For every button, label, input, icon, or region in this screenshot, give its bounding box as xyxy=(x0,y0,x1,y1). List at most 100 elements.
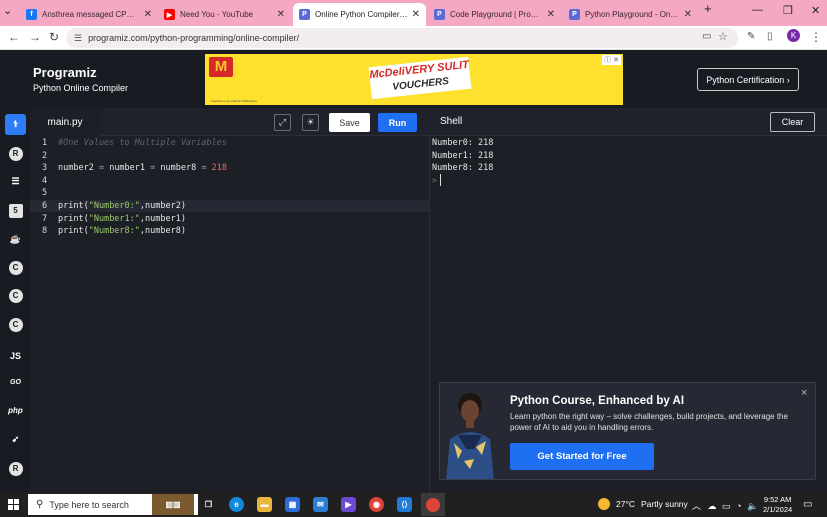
address-bar[interactable]: ☰ programiz.com/python-programming/onlin… xyxy=(66,28,738,48)
theme-toggle-icon[interactable]: ☀ xyxy=(302,114,319,131)
browser-tab-online-python-compiler[interactable]: P Online Python Compiler (Interp ✕ xyxy=(293,3,426,26)
ad-headline: McDeliVERY SULIT VOUCHERS xyxy=(368,56,472,100)
close-icon[interactable]: ✕ xyxy=(684,9,692,20)
minimize-icon[interactable]: — xyxy=(752,4,763,16)
sidebar-item-javascript[interactable]: JS xyxy=(5,345,26,366)
code-text: print("Number8:",number8) xyxy=(58,226,186,236)
url-text: programiz.com/python-programming/online-… xyxy=(88,33,300,43)
tab-title: Need You - YouTube xyxy=(180,10,254,19)
sidebar-item-sql[interactable]: ☰ xyxy=(5,171,26,192)
browser-tab-python-playground[interactable]: P Python Playground - Online Py ✕ xyxy=(563,3,698,26)
partly-sunny-icon xyxy=(598,498,610,510)
csharp-icon: C xyxy=(8,317,23,332)
code-line: 2 xyxy=(30,150,429,162)
advertisement-banner[interactable]: M McDeliVERY SULIT VOUCHERS Vouchers onl… xyxy=(205,54,623,105)
fullscreen-icon[interactable]: ⤢ xyxy=(274,114,291,131)
sidebar-item-python[interactable]: ⚕ xyxy=(5,114,26,135)
close-icon[interactable]: ✕ xyxy=(412,9,420,20)
programiz-icon: P xyxy=(434,9,445,20)
browser-tab-facebook[interactable]: f Ansthrea messaged CPE GROU ✕ xyxy=(20,3,158,26)
line-number: 5 xyxy=(42,188,48,198)
tab-title: Online Python Compiler (Interp xyxy=(315,10,408,19)
java-icon: ☕ xyxy=(9,234,22,244)
line-number: 4 xyxy=(42,176,48,186)
profile-avatar[interactable]: K xyxy=(787,29,800,42)
save-button[interactable]: Save xyxy=(329,113,370,132)
window-close-icon[interactable]: ✕ xyxy=(811,4,820,17)
mail-icon[interactable]: ✉ xyxy=(313,497,328,512)
sidebar-item-java[interactable]: ☕ xyxy=(5,229,26,250)
microsoft-store-icon[interactable]: ▦ xyxy=(285,497,300,512)
bookmark-star-icon[interactable]: ☆ xyxy=(718,30,728,43)
shell-cursor xyxy=(440,174,441,186)
system-tray[interactable]: ︿ ☁ ▭ ◔ 🔈 xyxy=(692,499,758,512)
forward-icon[interactable]: → xyxy=(29,30,41,44)
line-number: 3 xyxy=(42,163,48,173)
tab-title: Ansthrea messaged CPE GROU xyxy=(42,10,140,19)
close-icon[interactable]: ✕ xyxy=(144,9,152,20)
search-icon: ⚲ xyxy=(36,499,44,510)
browser-toolbar: ← → ↻ ☰ programiz.com/python-programming… xyxy=(0,26,827,50)
run-button[interactable]: Run xyxy=(378,113,417,132)
sidebar-item-cpp[interactable]: C xyxy=(5,285,26,306)
weather-temperature: 27°C xyxy=(616,499,635,509)
close-icon[interactable]: ✕ xyxy=(277,9,285,20)
reload-icon[interactable]: ↻ xyxy=(49,30,59,44)
tab-title: Code Playground | Programiz P xyxy=(450,10,543,19)
new-tab-button[interactable]: + xyxy=(704,1,712,16)
chrome-active-icon[interactable] xyxy=(421,493,445,516)
promo-close-icon[interactable]: × xyxy=(801,387,807,399)
html5-icon: 5 xyxy=(8,203,23,218)
sidebar-item-r[interactable]: R xyxy=(5,143,26,164)
file-explorer-icon[interactable]: ▬ xyxy=(257,497,272,512)
side-panel-icon[interactable]: ▯ xyxy=(767,31,773,42)
search-highlight-icon[interactable]: ▥▥ xyxy=(152,494,194,515)
back-icon[interactable]: ← xyxy=(8,30,20,44)
sidebar-item-go[interactable]: GO xyxy=(5,372,26,393)
browser-tab-code-playground[interactable]: P Code Playground | Programiz P ✕ xyxy=(428,3,561,26)
volume-icon[interactable]: 🔈 xyxy=(747,501,758,511)
wifi-icon[interactable]: ◔ xyxy=(736,501,741,511)
browser-menu-icon[interactable]: ⋮ xyxy=(810,30,822,44)
edge-icon[interactable]: e xyxy=(229,497,244,512)
task-view-icon[interactable]: ❐ xyxy=(201,497,216,512)
sidebar-item-csharp[interactable]: C xyxy=(5,314,26,335)
sidebar-item-swift[interactable]: ➹ xyxy=(5,429,26,450)
tab-search-icon[interactable]: ⌄ xyxy=(3,4,12,17)
code-editor[interactable]: 1 #One Values to Multiple Variables 2 3 … xyxy=(30,136,430,492)
media-player-icon[interactable]: ▶ xyxy=(341,497,356,512)
network-icon[interactable]: ☁ xyxy=(708,501,717,511)
programiz-logo[interactable]: Programiz xyxy=(33,65,97,80)
windows-start-icon[interactable] xyxy=(8,499,19,510)
browser-tab-youtube[interactable]: ▶ Need You - YouTube ✕ xyxy=(158,3,291,26)
chrome-icon[interactable]: ◉ xyxy=(369,497,384,512)
cpp-icon: C xyxy=(8,288,23,303)
sidebar-item-c[interactable]: C xyxy=(5,257,26,278)
code-text: number2 = number1 = number8 = 218 xyxy=(58,163,227,173)
code-line-active: 6 print("Number0:",number2) xyxy=(30,200,429,212)
site-info-icon[interactable]: ☰ xyxy=(74,33,82,44)
windows-taskbar: ⚲ Type here to search ▥▥ ❐ e ▬ ▦ ✉ ▶ ◉ ⟨… xyxy=(0,492,827,517)
taskbar-clock[interactable]: 9:52 AM 2/1/2024 xyxy=(763,495,792,515)
swift-icon: ➹ xyxy=(11,434,20,444)
code-comment: #One Values to Multiple Variables xyxy=(58,138,227,148)
notification-icon[interactable]: ▭ xyxy=(803,499,812,510)
code-line: 8 print("Number8:",number8) xyxy=(30,225,429,237)
sidebar-item-php[interactable]: php xyxy=(5,400,26,421)
battery-icon[interactable]: ▭ xyxy=(722,501,731,511)
get-started-button[interactable]: Get Started for Free xyxy=(510,443,654,470)
chevron-up-icon[interactable]: ︿ xyxy=(692,501,701,511)
vscode-icon[interactable]: ⟨⟩ xyxy=(397,497,412,512)
close-icon[interactable]: ✕ xyxy=(547,9,555,20)
screencast-icon[interactable]: ▭ xyxy=(702,31,711,42)
sidebar-item-html[interactable]: 5 xyxy=(5,200,26,221)
weather-widget[interactable]: 27°C Partly sunny xyxy=(598,498,688,510)
python-certification-button[interactable]: Python Certification › xyxy=(697,68,799,91)
line-number: 7 xyxy=(42,214,48,224)
extensions-icon[interactable]: ✎ xyxy=(747,31,755,42)
ad-close-icon[interactable]: ⓘ ✕ xyxy=(602,55,621,65)
restore-icon[interactable]: ❐ xyxy=(783,4,793,17)
tab-main-py[interactable]: main.py xyxy=(30,108,100,136)
sidebar-item-rust[interactable]: R xyxy=(5,458,26,479)
clear-button[interactable]: Clear xyxy=(770,112,815,132)
